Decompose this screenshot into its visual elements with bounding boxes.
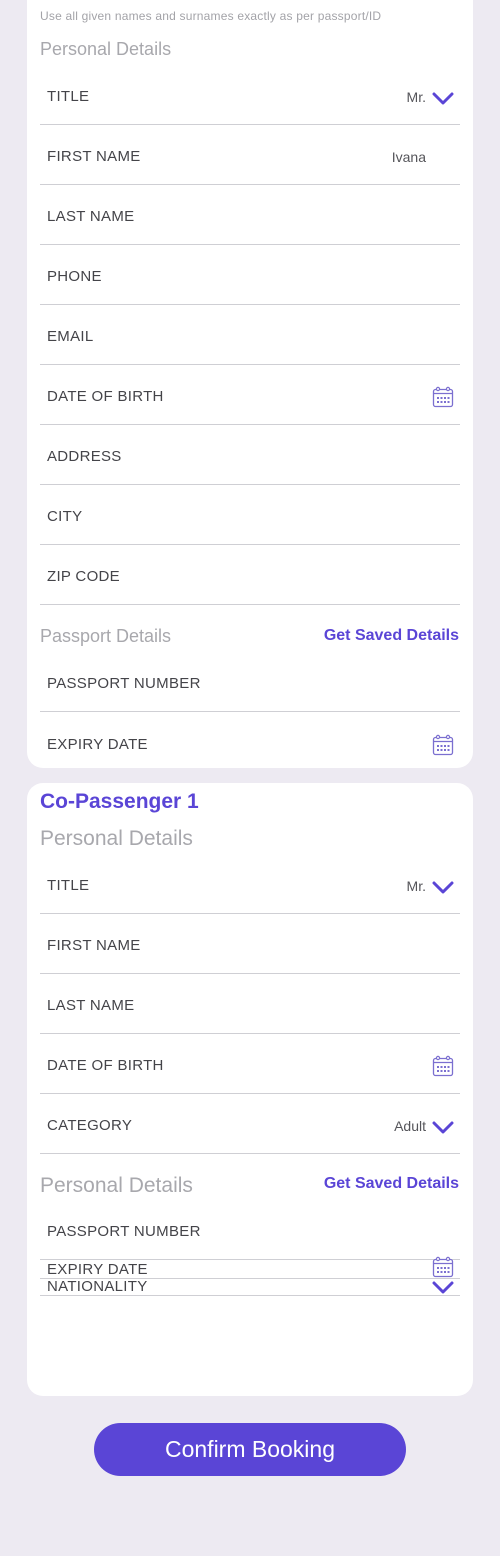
co-title-value: Mr. [406,878,426,894]
co-second-details-heading: Personal Details [40,1174,193,1197]
get-saved-details-link[interactable]: Get Saved Details [324,627,459,645]
first-name-field[interactable]: FIRST NAME Ivana [40,125,460,185]
last-name-label: LAST NAME [47,208,135,225]
co-category-label: CATEGORY [47,1117,133,1134]
co-get-saved-details-link[interactable]: Get Saved Details [324,1175,459,1193]
email-label: EMAIL [47,328,94,345]
date-of-birth-label: DATE OF BIRTH [47,388,164,405]
last-name-field[interactable]: LAST NAME [40,185,460,245]
co-expiry-date-label: EXPIRY DATE [47,1261,148,1278]
co-date-of-birth-label: DATE OF BIRTH [47,1057,164,1074]
title-label: TITLE [47,88,90,105]
first-name-label: FIRST NAME [47,148,141,165]
expiry-date-label: EXPIRY DATE [47,736,148,753]
zip-code-label: ZIP CODE [47,568,120,585]
co-category-field[interactable]: CATEGORY Adult [40,1094,460,1154]
co-last-name-field[interactable]: LAST NAME [40,974,460,1034]
calendar-icon[interactable] [432,1055,454,1077]
chevron-down-icon[interactable] [432,1281,454,1295]
city-field[interactable]: CITY [40,485,460,545]
co-first-name-field[interactable]: FIRST NAME [40,914,460,974]
expiry-date-field[interactable]: EXPIRY DATE [40,712,460,772]
chevron-down-icon[interactable] [432,881,454,895]
address-label: ADDRESS [47,448,122,465]
calendar-icon[interactable] [432,734,454,756]
phone-field[interactable]: PHONE [40,245,460,305]
title-value: Mr. [406,89,426,105]
phone-label: PHONE [47,268,102,285]
passport-number-field[interactable]: PASSPORT NUMBER [40,652,460,712]
name-notice: Use all given names and surnames exactly… [40,9,382,23]
first-name-value: Ivana [391,149,426,165]
zip-code-field[interactable]: ZIP CODE [40,545,460,605]
co-last-name-label: LAST NAME [47,997,135,1014]
co-expiry-date-field[interactable]: EXPIRY DATE [40,1261,460,1279]
co-nationality-label: NATIONALITY [47,1278,148,1295]
co-first-name-label: FIRST NAME [47,937,141,954]
chevron-down-icon[interactable] [432,1121,454,1135]
address-field[interactable]: ADDRESS [40,425,460,485]
co-passenger-heading: Co-Passenger 1 [40,790,199,813]
passport-number-label: PASSPORT NUMBER [47,675,201,692]
date-of-birth-field[interactable]: DATE OF BIRTH [40,365,460,425]
co-passport-number-field[interactable]: PASSPORT NUMBER [40,1200,460,1260]
calendar-icon[interactable] [432,1256,454,1278]
city-label: CITY [47,508,83,525]
co-nationality-field[interactable]: NATIONALITY [40,1278,460,1296]
email-field[interactable]: EMAIL [40,305,460,365]
confirm-booking-button[interactable]: Confirm Booking [94,1423,406,1476]
title-field[interactable]: TITLE Mr. [40,65,460,125]
passport-details-heading: Passport Details [40,626,172,646]
personal-details-heading: Personal Details [40,39,172,59]
co-date-of-birth-field[interactable]: DATE OF BIRTH [40,1034,460,1094]
co-title-label: TITLE [47,877,90,894]
calendar-icon[interactable] [432,386,454,408]
co-personal-details-heading: Personal Details [40,827,193,850]
co-category-value: Adult [394,1118,426,1134]
chevron-down-icon[interactable] [432,92,454,106]
co-title-field[interactable]: TITLE Mr. [40,854,460,914]
co-passport-number-label: PASSPORT NUMBER [47,1223,201,1240]
